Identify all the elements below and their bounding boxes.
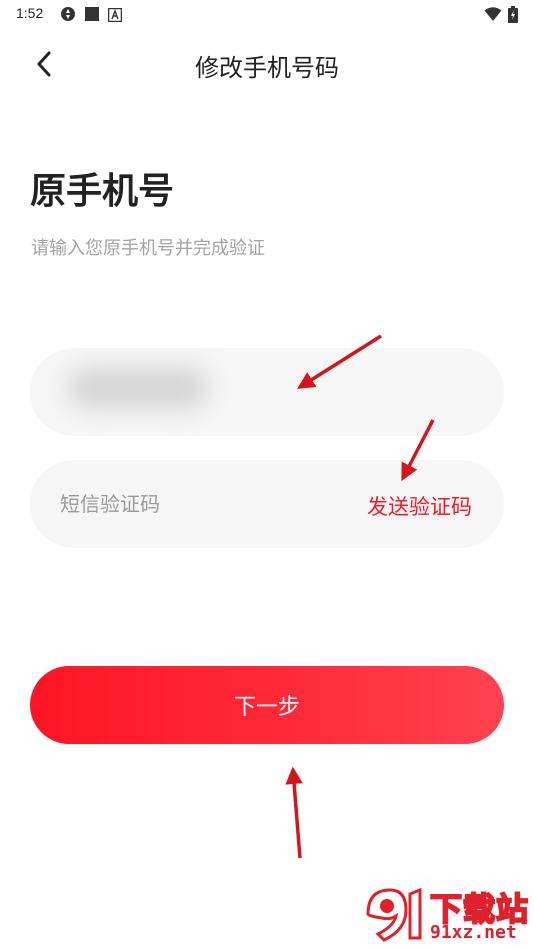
page-title: 修改手机号码 <box>195 54 339 82</box>
send-code-button[interactable]: 发送验证码 <box>367 491 472 521</box>
wifi-icon <box>484 7 502 21</box>
battery-icon <box>508 6 518 23</box>
square-icon <box>85 7 99 21</box>
phone-number-field[interactable] <box>30 348 504 436</box>
sms-code-field: 发送验证码 <box>30 460 504 548</box>
nav-bar: 修改手机号码 <box>0 34 534 92</box>
next-button[interactable]: 下一步 <box>30 666 504 744</box>
section-subtitle: 请输入您原手机号并完成验证 <box>31 238 265 259</box>
watermark-91-icon <box>366 887 422 942</box>
status-bar: 1:52 <box>0 0 534 30</box>
sync-icon <box>61 7 75 21</box>
status-time: 1:52 <box>16 5 44 21</box>
a-icon <box>108 8 122 22</box>
blurred-phone-number <box>68 368 208 408</box>
section-heading: 原手机号 <box>30 171 175 212</box>
watermark-logo: 下载站 91xz.net <box>360 884 530 946</box>
arrow-to-next-button <box>285 766 303 859</box>
watermark-url: 91xz.net <box>430 922 517 943</box>
sms-code-input[interactable] <box>60 486 320 522</box>
